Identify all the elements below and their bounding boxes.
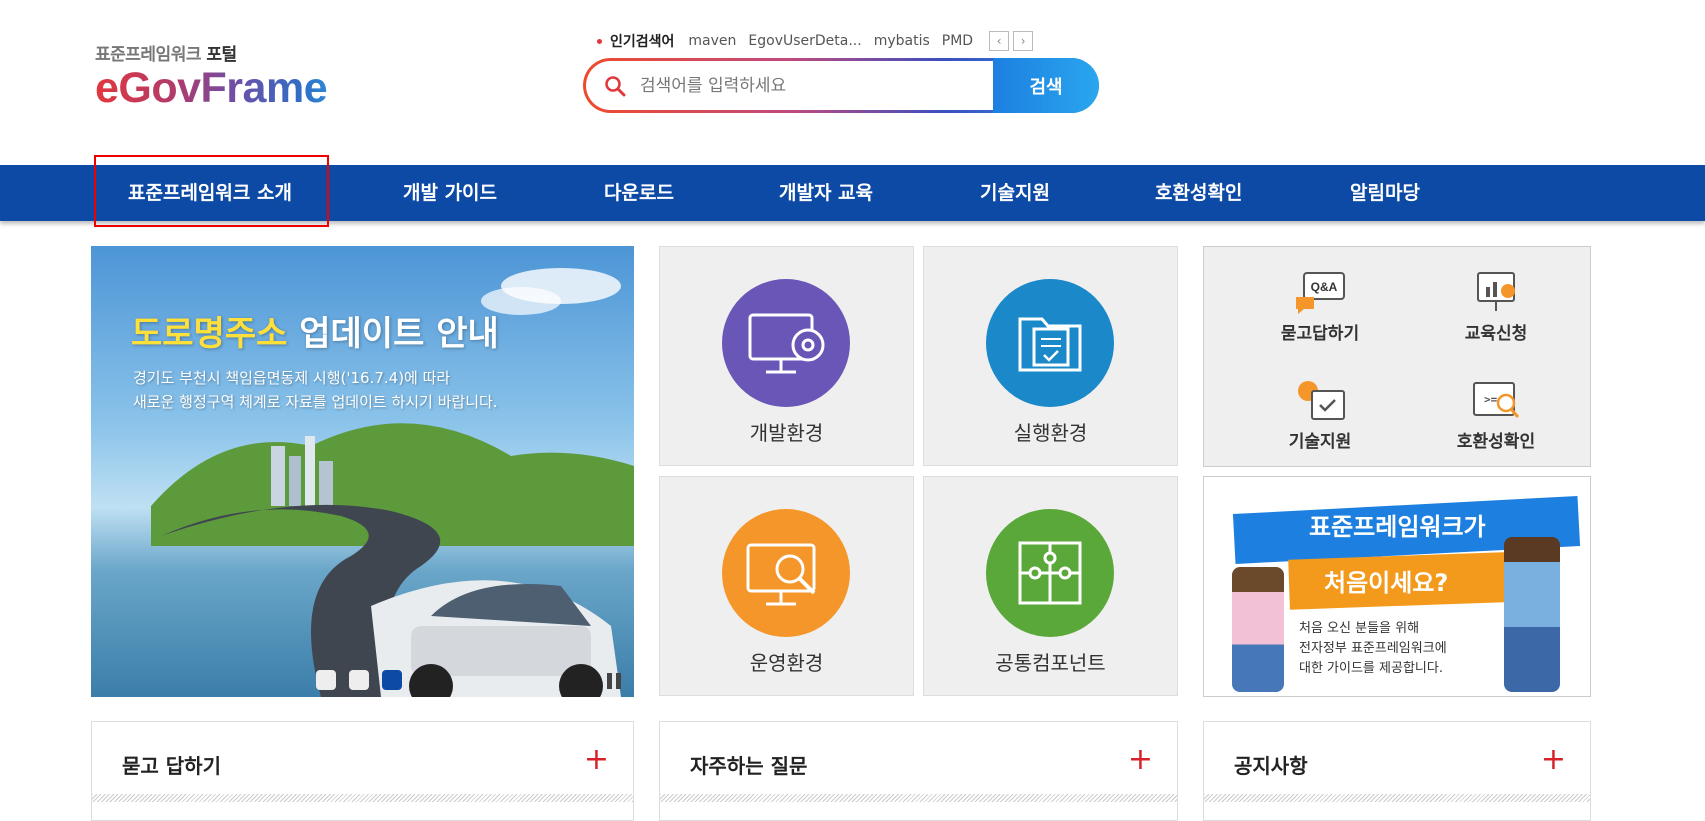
tile-label: 공통컴포넌트 xyxy=(995,651,1106,675)
popular-keyword[interactable]: mybatis xyxy=(874,33,930,49)
quick-links: Q&A 묻고답하기 교육신청 기술지원 >= 호환성확인 xyxy=(1203,246,1591,467)
banner-title: 도로명주소 업데이트 안내 xyxy=(131,314,499,354)
tile-runtime-env[interactable]: 실행환경 xyxy=(923,246,1178,466)
nav-item-compatibility[interactable]: 호환성확인 xyxy=(1155,165,1242,221)
divider xyxy=(660,794,1177,802)
child-illustration xyxy=(1504,537,1560,692)
main-banner[interactable]: 도로명주소 업데이트 안내 경기도 부천시 책임읍면동제 시행('16.7.4)… xyxy=(91,246,634,697)
divider xyxy=(92,794,633,802)
child-illustration xyxy=(1232,567,1284,692)
code-search-icon: >= xyxy=(1473,382,1520,418)
popular-keywords: 인기검색어 maven EgovUserDeta... mybatis PMD … xyxy=(597,29,1034,53)
tile-label: 운영환경 xyxy=(749,651,824,675)
promo-description: 처음 오신 분들을 위해 전자정부 표준프레임워크에 대한 가이드를 제공합니다. xyxy=(1299,621,1447,676)
more-plus-icon[interactable]: + xyxy=(1128,742,1153,777)
promo-title: 표준프레임워크가 xyxy=(1309,513,1486,541)
svg-text:Q&A: Q&A xyxy=(1311,280,1338,294)
play-pause-icon[interactable] xyxy=(581,671,627,691)
monitor-search-icon xyxy=(722,509,850,637)
slide-dot[interactable] xyxy=(316,670,336,690)
board-title: 자주하는 질문 xyxy=(690,754,808,778)
search-button[interactable]: 검색 xyxy=(993,58,1099,113)
banner-description: 경기도 부천시 책임읍면동제 시행('16.7.4)에 따라 새로운 행정구역 체… xyxy=(133,369,498,411)
popular-keyword[interactable]: maven xyxy=(688,33,736,49)
chevron-right-icon: › xyxy=(1020,34,1026,48)
more-plus-icon[interactable]: + xyxy=(584,742,609,777)
board-faq: 자주하는 질문 + xyxy=(659,721,1178,821)
tile-dev-env[interactable]: 개발환경 xyxy=(659,246,914,466)
gear-check-icon xyxy=(1298,381,1345,420)
folder-doc-icon xyxy=(986,279,1114,407)
popular-keyword[interactable]: PMD xyxy=(942,33,973,49)
popular-keyword[interactable]: EgovUserDeta... xyxy=(748,33,861,49)
site-logo[interactable]: 표준프레임워크 포털 eGovFrame xyxy=(95,40,355,111)
beginner-promo[interactable]: 표준프레임워크가 처음이세요? 처음 오신 분들을 위해 전자정부 표준프레임워크… xyxy=(1203,476,1591,697)
search-input[interactable] xyxy=(640,75,940,96)
slide-indicators xyxy=(316,670,415,690)
chevron-left-icon: ‹ xyxy=(996,34,1002,48)
nav-item-education[interactable]: 개발자 교육 xyxy=(779,165,873,221)
puzzle-icon xyxy=(986,509,1114,637)
board-notice: 공지사항 + xyxy=(1203,721,1591,821)
nav-highlight-box xyxy=(94,155,329,227)
monitor-gear-icon xyxy=(722,279,850,407)
tile-label: 실행환경 xyxy=(1013,421,1088,445)
prev-keyword-button[interactable]: ‹ xyxy=(989,31,1010,51)
quick-compatibility[interactable]: >= 호환성확인 xyxy=(1426,377,1566,452)
logo-subtitle: 표준프레임워크 포털 xyxy=(95,45,237,65)
divider xyxy=(1204,794,1590,802)
nav-item-tech-support[interactable]: 기술지원 xyxy=(980,165,1050,221)
board-title: 공지사항 xyxy=(1234,754,1308,778)
search-bar: 검색 xyxy=(583,58,1099,113)
slide-dot[interactable] xyxy=(349,670,369,690)
nav-item-dev-guide[interactable]: 개발 가이드 xyxy=(403,165,497,221)
tile-common-component[interactable]: 공통컴포넌트 xyxy=(923,476,1178,696)
board-qna: 묻고 답하기 + xyxy=(91,721,634,821)
board-title: 묻고 답하기 xyxy=(122,754,221,778)
tile-ops-env[interactable]: 운영환경 xyxy=(659,476,914,696)
qna-icon: Q&A xyxy=(1296,272,1345,314)
bullet-dot-icon xyxy=(597,38,602,44)
tile-label: 개발환경 xyxy=(749,421,824,445)
search-icon xyxy=(605,75,626,96)
logo-brand: eGovFrame xyxy=(95,65,355,111)
presentation-icon xyxy=(1477,272,1515,311)
slide-dot-active[interactable] xyxy=(382,670,402,690)
next-keyword-button[interactable]: › xyxy=(1013,31,1034,51)
quick-qna[interactable]: Q&A 묻고답하기 xyxy=(1250,269,1390,344)
nav-item-notice[interactable]: 알림마당 xyxy=(1350,165,1420,221)
nav-item-download[interactable]: 다운로드 xyxy=(604,165,674,221)
quick-tech-support[interactable]: 기술지원 xyxy=(1250,377,1390,452)
popular-label: 인기검색어 xyxy=(610,34,675,50)
svg-text:>=: >= xyxy=(1484,393,1498,406)
more-plus-icon[interactable]: + xyxy=(1541,742,1566,777)
promo-subtitle: 처음이세요? xyxy=(1324,569,1449,597)
quick-education[interactable]: 교육신청 xyxy=(1426,269,1566,344)
